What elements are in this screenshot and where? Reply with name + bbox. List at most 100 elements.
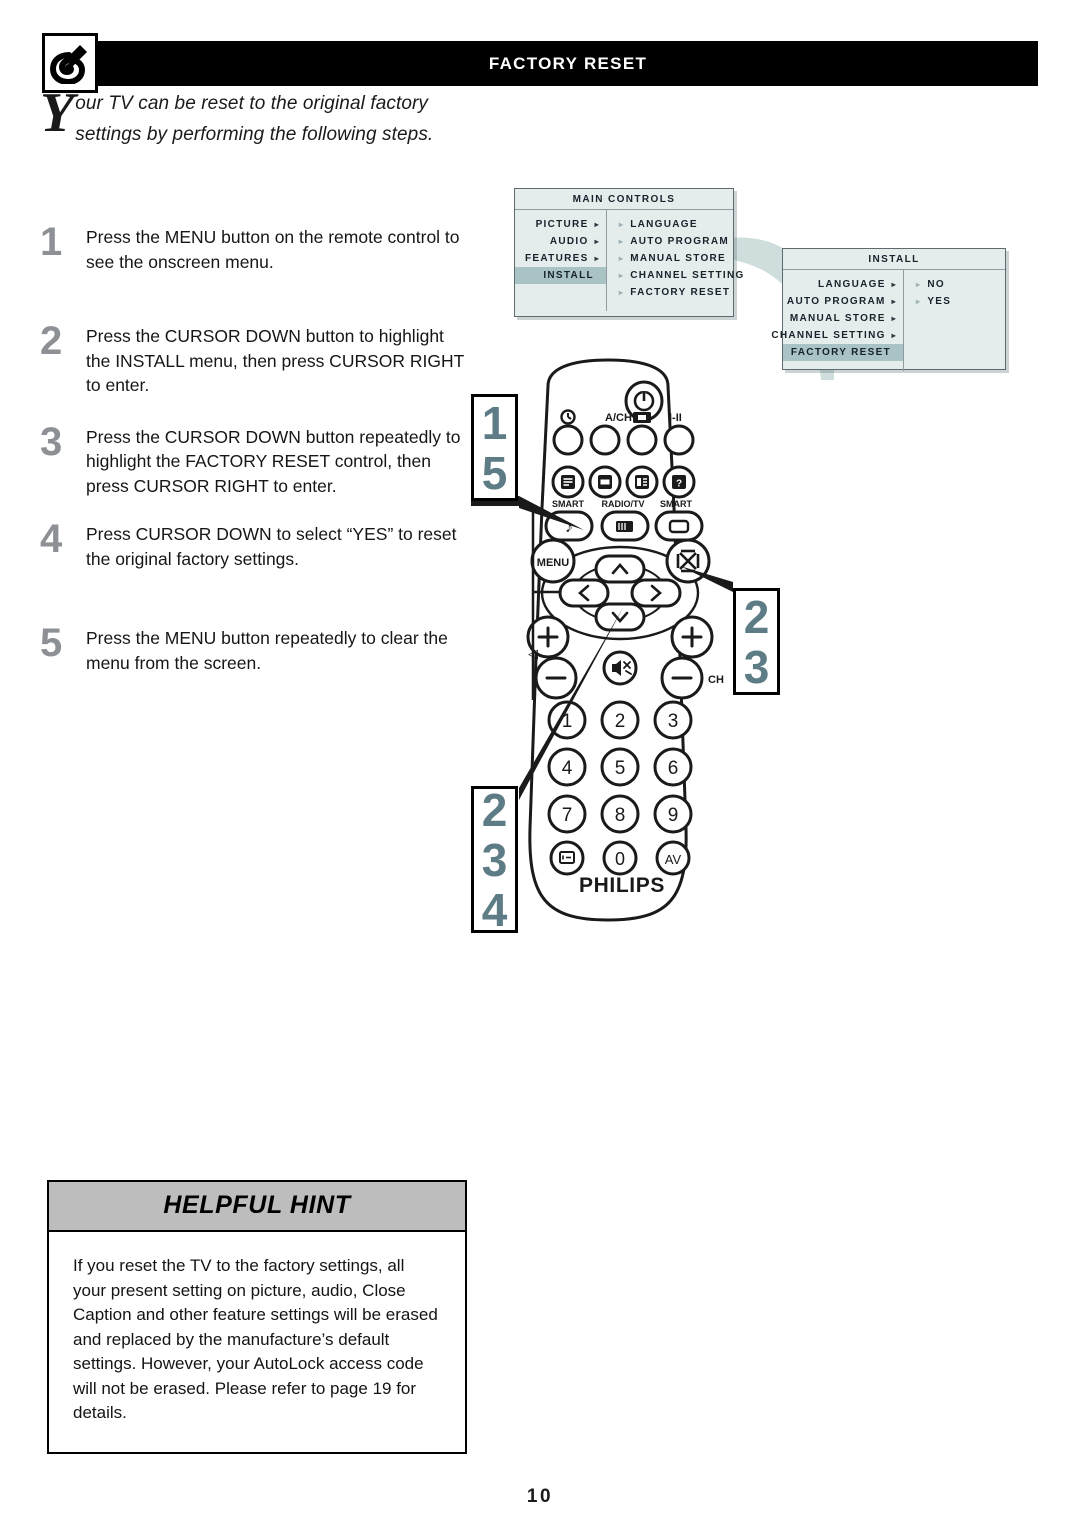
text-reveal-icon: ? [672,475,686,490]
smart-sound-label: SMART [552,499,584,509]
ach-label: A/CH [605,412,632,424]
step-text: Press the MENU button repeatedly to clea… [86,628,448,673]
step-number: 5 [40,621,63,665]
chevron-right-icon: ▸ [594,254,600,263]
step-number: 1 [40,220,63,264]
step-item: 2 Press the CURSOR DOWN button to highli… [40,321,470,398]
cursor-left-button[interactable] [558,578,610,608]
step-number: 4 [40,517,63,561]
osd-menu-item-audio[interactable]: AUDIO ▸ [515,233,606,250]
step-text: Press CURSOR DOWN to select “YES” to res… [86,524,457,569]
callout-box-steps-1-5: 1 5 [471,394,518,501]
key-5-label: 5 [615,758,626,779]
step-number: 3 [40,419,63,464]
key-2-label: 2 [615,711,626,732]
chevron-right-icon: ▸ [891,331,897,340]
intro-paragraph: Y our TV can be reset to the original fa… [40,85,460,150]
chevron-right-icon: ▸ [891,314,897,323]
steps-list: 1 Press the MENU button on the remote co… [40,222,470,675]
osd-right-column: ▸ LANGUAGE ▸ AUTO PROGRAM ▸ MANUAL STORE… [605,210,751,311]
osd-item-label: INSTALL [543,270,594,281]
page-number: 10 [526,1486,554,1507]
key-6-label: 6 [668,758,679,779]
osd-menu-item-auto-program[interactable]: AUTO PROGRAM ▸ [783,293,903,310]
osd-left-column: LANGUAGE ▸ AUTO PROGRAM ▸ MANUAL STORE ▸… [771,270,903,371]
chevron-right-icon: ▸ [594,220,600,229]
smart-picture-button[interactable] [654,510,704,542]
callout-number: 2 [481,783,508,836]
osd-item-label: CHANNEL SETTING [771,330,886,341]
cursor-right-button[interactable] [630,578,682,608]
osd-menu-item-features[interactable]: FEATURES ▸ [515,250,606,267]
picture-format-icon [633,412,651,423]
bullet-icon: ▸ [618,220,625,229]
sleep-timer-button[interactable] [552,424,584,456]
text-index-icon [635,475,649,489]
key-4-label: 4 [562,758,573,779]
step-item: 1 Press the MENU button on the remote co… [40,222,470,274]
osd-submenu-item-factory-reset[interactable]: ▸ FACTORY RESET [617,284,751,301]
picture-format-button[interactable] [626,424,658,456]
callout-number: 2 [743,590,770,643]
chevron-right-icon: ▸ [891,280,897,289]
key-8-label: 8 [615,805,626,826]
bullet-icon: ▸ [916,280,922,289]
osd-menu-item-manual-store[interactable]: MANUAL STORE ▸ [783,310,903,327]
smart-sound-icon: ♪ [565,519,573,536]
osd-menu-item-picture[interactable]: PICTURE ▸ [515,216,606,233]
bullet-icon: ▸ [618,237,625,246]
callout-number: 5 [481,446,508,499]
bullet-icon: ▸ [618,271,625,280]
helpful-hint-body: If you reset the TV to the factory setti… [49,1232,465,1452]
osd-submenu-item-manual-store[interactable]: ▸ MANUAL STORE [617,250,751,267]
step-text: Press the MENU button on the remote cont… [86,227,460,272]
osd-menu-item-channel-setting[interactable]: CHANNEL SETTING ▸ [771,327,903,344]
page-header: FACTORY RESET [42,33,1038,93]
key-7-label: 7 [562,805,573,826]
chevron-right-icon: ▸ [891,297,897,306]
osd-option-yes[interactable]: ▸ YES [914,293,1005,310]
helpful-hint-header: HELPFUL HINT [49,1182,465,1232]
osd-main-controls: MAIN CONTROLS PICTURE ▸ AUDIO ▸ FEATURES… [514,188,743,317]
osd-item-label: MANUAL STORE [630,253,727,264]
radio-tv-label: RADIO/TV [601,499,644,509]
svg-text:?: ? [676,479,682,490]
page-title: FACTORY RESET [488,53,648,73]
osd-title: MAIN CONTROLS [515,189,733,210]
osd-option-no[interactable]: ▸ NO [914,276,1005,293]
osd-item-label: YES [927,296,952,307]
callout-box-steps-2-3: 2 3 [733,588,780,695]
step-item: 4 Press CURSOR DOWN to select “YES” to r… [40,519,470,571]
callout-number: 3 [481,833,508,886]
intro-text: our TV can be reset to the original fact… [75,93,434,145]
osd-menu-item-install[interactable]: INSTALL [515,267,606,284]
helpful-hint-title: HELPFUL HINT [163,1191,351,1219]
helpful-hint-box: HELPFUL HINT If you reset the TV to the … [47,1180,467,1454]
cursor-up-button[interactable] [594,554,646,584]
header-title-bar: FACTORY RESET [98,41,1038,86]
osd-menu-item-language[interactable]: LANGUAGE ▸ [783,276,903,293]
ach-button[interactable] [589,424,621,456]
osd-item-label: NO [927,279,945,290]
osd-title: INSTALL [783,249,1005,270]
osd-install-menu: INSTALL LANGUAGE ▸ AUTO PROGRAM ▸ MANUAL… [771,248,1006,371]
step-item: 3 Press the CURSOR DOWN button repeatedl… [40,422,470,499]
osd-left-column: PICTURE ▸ AUDIO ▸ FEATURES ▸ INSTALL [515,210,606,311]
osd-submenu-item-channel-setting[interactable]: ▸ CHANNEL SETTING [617,267,751,284]
osd-item-label: AUTO PROGRAM [630,236,729,247]
philips-shield-logo-icon [50,45,87,84]
cursor-down-button[interactable] [594,602,646,632]
step-text: Press the CURSOR DOWN button repeatedly … [86,426,461,496]
bullet-icon: ▸ [618,254,625,263]
text-mix-icon [598,475,612,489]
sound-mode-button[interactable] [663,424,695,456]
osd-submenu-item-language[interactable]: ▸ LANGUAGE [617,216,751,233]
helpful-hint-text: If you reset the TV to the factory setti… [73,1256,438,1422]
osd-submenu-item-auto-program[interactable]: ▸ AUTO PROGRAM [617,233,751,250]
radio-tv-icon [616,521,633,532]
osd-item-label: PICTURE [535,219,589,230]
callout-box-steps-2-3-4: 2 3 4 [471,783,518,935]
bullet-icon: ▸ [916,297,922,306]
step-number: 2 [40,319,63,363]
key-3-label: 3 [668,711,679,732]
